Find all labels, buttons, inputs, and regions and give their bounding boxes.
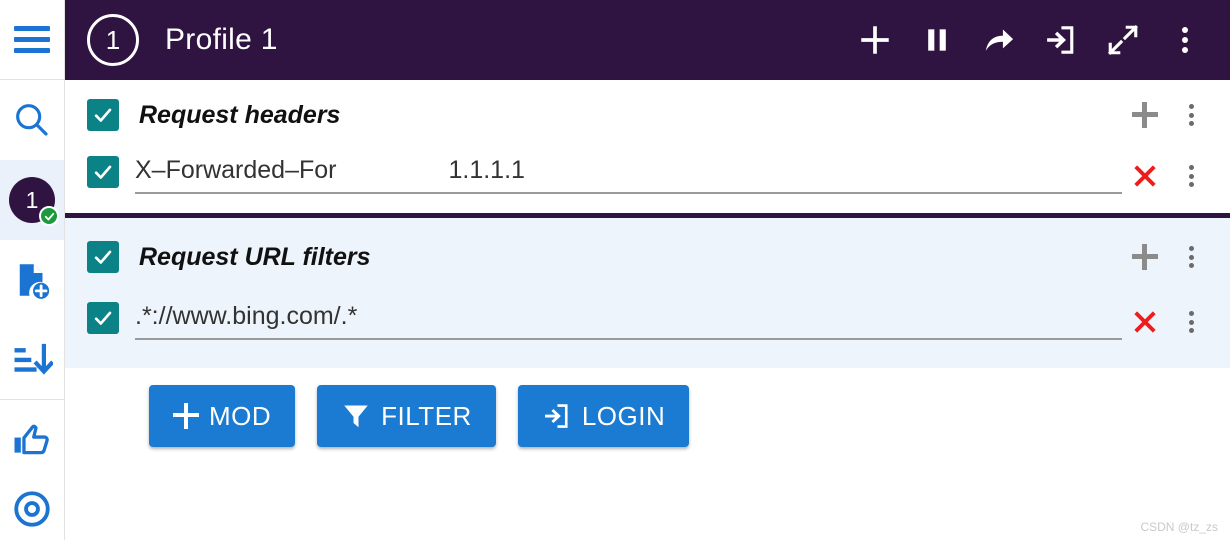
row-menu-button[interactable] (1168, 154, 1214, 198)
plus-icon (861, 26, 889, 54)
profile-number-badge: 1 (87, 14, 139, 66)
check-icon (94, 250, 112, 264)
watermark: CSDN @tz_zs (1140, 520, 1218, 534)
close-x-icon (1134, 311, 1156, 333)
sidebar-item-menu[interactable] (0, 0, 64, 80)
expand-arrows-icon (1108, 25, 1138, 55)
help-circle-icon (14, 491, 50, 527)
sort-descending-icon (14, 343, 53, 375)
add-login-button[interactable]: LOGIN (517, 385, 690, 447)
main-pane: 1 Profile 1 Request headers X–Forwarded–… (65, 0, 1230, 540)
app-window: 1 1 Profile 1 Request headers X–Forwarde… (0, 0, 1230, 540)
more-vertical-icon (1188, 165, 1194, 187)
search-icon (16, 104, 48, 136)
add-filter-button[interactable]: FILTER (317, 385, 496, 447)
row-actions (1122, 154, 1214, 198)
check-icon (94, 311, 112, 325)
table-row: .*://www.bing.com/.* (65, 296, 1230, 358)
more-vertical-icon (1188, 246, 1194, 268)
close-x-icon (1134, 165, 1156, 187)
funnel-icon (344, 405, 368, 428)
titlebar-share-button[interactable] (968, 9, 1030, 71)
section-header: Request headers (65, 80, 1230, 150)
section-menu-button[interactable] (1168, 93, 1214, 137)
row-delete-button[interactable] (1122, 300, 1168, 344)
header-name-value-field[interactable]: X–Forwarded–For 1.1.1.1 (135, 150, 1122, 194)
titlebar-add-button[interactable] (844, 9, 906, 71)
row-menu-button[interactable] (1168, 300, 1214, 344)
section-header: Request URL filters (65, 218, 1230, 296)
header-name-input[interactable]: X–Forwarded–For (135, 156, 336, 185)
titlebar-more-button[interactable] (1154, 9, 1216, 71)
add-login-label: LOGIN (581, 400, 666, 431)
hamburger-icon (14, 20, 50, 59)
titlebar: 1 Profile 1 (65, 0, 1230, 80)
header-value-input[interactable]: 1.1.1.1 (448, 156, 524, 185)
url-filter-input[interactable]: .*://www.bing.com/.* (135, 302, 357, 331)
thumbs-up-icon (14, 424, 49, 455)
share-arrow-icon (985, 29, 1014, 51)
login-icon (1047, 26, 1074, 54)
section-request-headers: Request headers X–Forwarded–For 1.1.1.1 (65, 80, 1230, 213)
titlebar-expand-button[interactable] (1092, 9, 1154, 71)
pause-icon (928, 29, 946, 51)
titlebar-pause-button[interactable] (906, 9, 968, 71)
section-enable-checkbox[interactable] (87, 99, 119, 131)
profile-badge-icon: 1 (9, 177, 59, 226)
sidebar-item-sort[interactable] (0, 320, 64, 400)
plus-icon (1132, 102, 1158, 128)
plus-icon (173, 403, 199, 429)
add-mod-label: MOD (209, 400, 272, 431)
sidebar-item-search[interactable] (0, 80, 64, 160)
more-vertical-icon (1182, 27, 1188, 53)
section-add-button[interactable] (1122, 93, 1168, 137)
section-title: Request headers (139, 100, 341, 129)
more-vertical-icon (1188, 104, 1194, 126)
section-title: Request URL filters (139, 242, 371, 271)
url-filter-field[interactable]: .*://www.bing.com/.* (135, 296, 1122, 340)
titlebar-login-button[interactable] (1030, 9, 1092, 71)
sidebar-item-help[interactable] (0, 480, 64, 527)
status-check-badge (39, 206, 59, 226)
check-icon (94, 108, 112, 122)
row-enable-checkbox[interactable] (87, 302, 119, 334)
row-enable-checkbox[interactable] (87, 156, 119, 188)
add-mod-button[interactable]: MOD (149, 385, 296, 447)
action-buttons: MOD FILTER LOGIN (65, 368, 1230, 447)
table-row: X–Forwarded–For 1.1.1.1 (65, 150, 1230, 212)
add-filter-label: FILTER (381, 400, 472, 431)
section-request-url-filters: Request URL filters .*://www.bing.com/.* (65, 218, 1230, 368)
left-sidebar: 1 (0, 0, 65, 540)
row-delete-button[interactable] (1122, 154, 1168, 198)
file-add-icon (19, 264, 50, 299)
section-enable-checkbox[interactable] (87, 241, 119, 273)
sidebar-item-thumbs-up[interactable] (0, 400, 64, 480)
more-vertical-icon (1188, 311, 1194, 333)
page-title: Profile 1 (165, 23, 278, 56)
section-add-button[interactable] (1122, 235, 1168, 279)
row-actions (1122, 300, 1214, 344)
check-icon (94, 165, 112, 179)
login-icon (544, 404, 568, 428)
section-menu-button[interactable] (1168, 235, 1214, 279)
sidebar-item-profile-1[interactable]: 1 (0, 160, 64, 240)
sidebar-item-new-file[interactable] (0, 240, 64, 320)
plus-icon (1132, 244, 1158, 270)
